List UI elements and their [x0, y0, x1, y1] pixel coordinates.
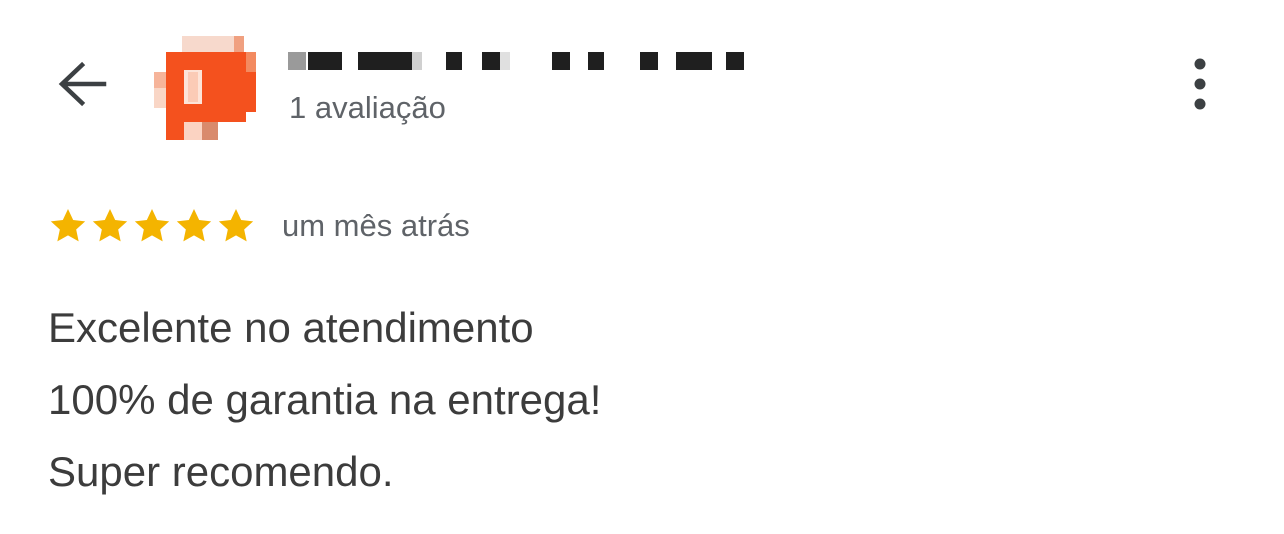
review-detail-screen: 1 avaliação um mês atrás Excelente no at…	[0, 0, 1284, 534]
redacted-name-blocks	[288, 52, 744, 70]
review-line: Excelente no atendimento	[48, 304, 534, 351]
star-icon	[176, 209, 212, 242]
review-line: 100% de garantia na entrega!	[48, 376, 602, 423]
reviewer-name[interactable]	[288, 50, 758, 74]
arrow-left-icon	[58, 61, 107, 107]
review-date: um mês atrás	[282, 208, 470, 243]
review-line: Super recomendo.	[48, 448, 394, 495]
avatar[interactable]	[154, 36, 258, 140]
more-vert-icon	[1194, 58, 1206, 110]
rating-row: um mês atrás	[48, 204, 470, 248]
star-icon	[218, 209, 254, 242]
star-icon	[134, 209, 170, 242]
avatar-image	[154, 36, 258, 140]
more-options-button[interactable]	[1180, 56, 1220, 112]
review-count: 1 avaliação	[289, 90, 446, 125]
review-body: Excelente no atendimento 100% de garanti…	[48, 292, 601, 508]
star-icon	[92, 209, 128, 242]
back-button[interactable]	[52, 56, 114, 112]
star-rating	[48, 206, 256, 246]
star-icon	[50, 209, 86, 242]
